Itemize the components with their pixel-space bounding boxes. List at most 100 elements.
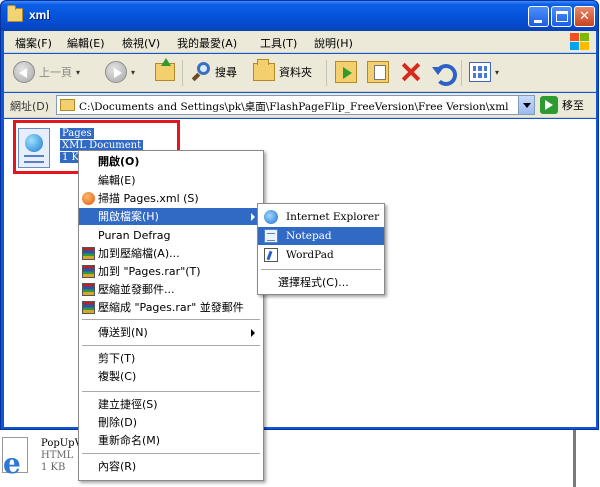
menu-separator [82, 345, 260, 346]
submenu-item-choose-program[interactable]: 選擇程式(C)... [258, 274, 384, 292]
window-edge [573, 430, 576, 487]
menu-file[interactable]: 檔案(F) [15, 35, 52, 51]
menu-view[interactable]: 檢視(V) [122, 35, 160, 51]
views-button[interactable]: ▾ [466, 58, 502, 86]
menu-item-label: 重新命名(M) [98, 434, 161, 447]
menu-item-send-to[interactable]: 傳送到(N) [79, 324, 263, 341]
menu-favorites[interactable]: 我的最愛(A) [177, 35, 237, 51]
open-with-submenu: Internet Explorer Notepad WordPad 選擇程式(C… [257, 203, 385, 295]
forward-arrow-icon [105, 61, 127, 83]
search-icon [191, 62, 211, 82]
delete-button[interactable] [397, 58, 425, 86]
close-icon: ✕ [579, 9, 590, 24]
address-dropdown-button[interactable] [518, 96, 534, 114]
folders-label: 資料夾 [279, 66, 312, 79]
menu-item-create-shortcut[interactable]: 建立捷徑(S) [79, 396, 263, 413]
submenu-item-notepad[interactable]: Notepad [258, 227, 384, 245]
menu-item-label: 壓縮並發郵件... [98, 283, 175, 296]
title-bar[interactable]: xml ✕ [1, 1, 598, 31]
menu-item-add-to-pages-rar[interactable]: 加到 "Pages.rar"(T) [79, 263, 263, 280]
go-arrow-icon [540, 96, 558, 114]
up-folder-button[interactable] [152, 58, 178, 86]
submenu-item-label: Notepad [286, 230, 332, 242]
menu-item-compress-and-email[interactable]: 壓縮並發郵件... [79, 281, 263, 298]
folders-button[interactable]: 資料夾 [250, 58, 315, 86]
toolbar-separator [182, 60, 183, 86]
folders-icon [253, 59, 275, 81]
address-input[interactable]: C:\Documents and Settings\pk\桌面\FlashPag… [56, 95, 535, 115]
menu-item-label: 開啟(O) [98, 155, 140, 168]
menu-item-open-with[interactable]: 開啟檔案(H) [79, 208, 263, 225]
menu-separator [82, 391, 260, 392]
menu-item-puran-defrag[interactable]: Puran Defrag [79, 227, 263, 244]
go-button[interactable]: 移至 [540, 96, 584, 114]
screen: xml ✕ 檔案(F) 編輯(E) 檢視(V) 我的最愛(A) 工具(T) 說明… [0, 0, 600, 487]
menu-item-label: 開啟檔案(H) [98, 210, 159, 223]
menu-item-delete[interactable]: 刪除(D) [79, 414, 263, 431]
rar-icon [82, 283, 95, 296]
views-icon [469, 62, 491, 82]
menu-item-label: Puran Defrag [98, 229, 171, 242]
menu-item-cut[interactable]: 剪下(T) [79, 350, 263, 367]
address-bar: 網址(D) C:\Documents and Settings\pk\桌面\Fl… [4, 93, 596, 118]
rar-icon [82, 265, 95, 278]
minimize-icon [534, 20, 542, 23]
move-to-button[interactable] [332, 58, 360, 86]
rar-icon [82, 301, 95, 314]
menu-item-properties[interactable]: 內容(R) [79, 458, 263, 475]
search-button[interactable]: 搜尋 [188, 58, 240, 86]
file-type: HTML [41, 450, 74, 461]
menu-item-edit[interactable]: 編輯(E) [79, 172, 263, 189]
menu-tools[interactable]: 工具(T) [260, 35, 297, 51]
submenu-arrow-icon [251, 329, 255, 337]
menu-edit[interactable]: 編輯(E) [67, 35, 105, 51]
menu-item-label: 刪除(D) [98, 416, 138, 429]
submenu-item-wordpad[interactable]: WordPad [258, 246, 384, 264]
toolbar-separator [326, 60, 327, 86]
toolbar: 上一頁 ▾ ▾ 搜尋 資料夾 ▾ [4, 54, 596, 92]
menu-item-label: 壓縮成 "Pages.rar" 並發郵件 [98, 301, 244, 314]
menu-help[interactable]: 說明(H) [314, 35, 353, 51]
copy-to-button[interactable] [364, 58, 392, 86]
menu-item-add-to-archive[interactable]: 加到壓縮檔(A)... [79, 245, 263, 262]
menu-separator [82, 453, 260, 454]
delete-icon [400, 61, 422, 83]
folder-icon [7, 5, 23, 22]
menu-item-label: 加到 "Pages.rar"(T) [98, 265, 201, 278]
html-document-icon: e [0, 437, 30, 480]
scan-icon [82, 192, 95, 205]
menu-separator [82, 319, 260, 320]
submenu-item-internet-explorer[interactable]: Internet Explorer [258, 208, 384, 226]
back-button[interactable]: 上一頁 ▾ [10, 58, 83, 86]
wordpad-icon [264, 248, 278, 262]
window-title: xml [29, 8, 50, 22]
maximize-button[interactable] [551, 6, 572, 27]
chevron-down-icon: ▾ [76, 67, 81, 77]
menu-item-label: 編輯(E) [98, 174, 136, 187]
menu-item-label: 掃描 Pages.xml (S) [98, 192, 199, 205]
windows-logo-icon [568, 32, 590, 51]
menu-item-copy[interactable]: 複製(C) [79, 368, 263, 385]
undo-button[interactable] [429, 58, 457, 86]
menu-item-rename[interactable]: 重新命名(M) [79, 432, 263, 449]
folder-up-icon [155, 58, 175, 81]
submenu-item-label: Internet Explorer [286, 211, 380, 223]
submenu-arrow-icon [251, 213, 255, 221]
move-to-icon [335, 61, 357, 83]
menu-item-compress-pages-rar-and-email[interactable]: 壓縮成 "Pages.rar" 並發郵件 [79, 299, 263, 316]
menu-item-label: 建立捷徑(S) [98, 398, 158, 411]
menu-separator [261, 269, 381, 270]
copy-to-icon [367, 61, 389, 83]
chevron-down-icon: ▾ [131, 67, 136, 77]
menu-item-scan[interactable]: 掃描 Pages.xml (S) [79, 190, 263, 207]
menu-item-label: 剪下(T) [98, 352, 136, 365]
menu-item-label: 傳送到(N) [98, 326, 148, 339]
address-path: C:\Documents and Settings\pk\桌面\FlashPag… [79, 101, 509, 113]
close-button[interactable]: ✕ [574, 6, 595, 27]
menu-item-open[interactable]: 開啟(O) [79, 153, 263, 170]
back-arrow-icon [13, 61, 35, 83]
submenu-item-label: WordPad [286, 249, 334, 261]
file-name: PopUpV [41, 438, 82, 449]
minimize-button[interactable] [528, 6, 549, 27]
forward-button[interactable]: ▾ [102, 58, 138, 86]
